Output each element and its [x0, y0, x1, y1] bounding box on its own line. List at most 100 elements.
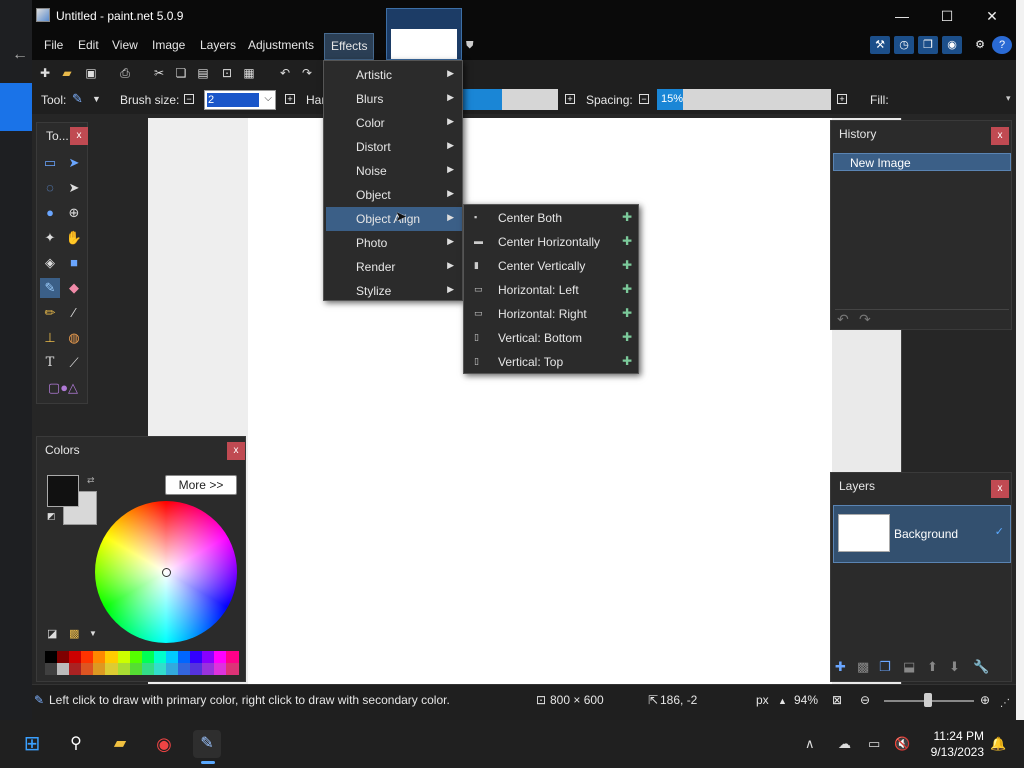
palette-swatch[interactable]: [117, 663, 130, 675]
colors-panel-close-icon[interactable]: x: [227, 442, 245, 460]
more-colors-button[interactable]: More >>: [165, 475, 237, 495]
history-panel-close-icon[interactable]: x: [991, 127, 1009, 145]
menu-file[interactable]: File: [44, 38, 63, 52]
history-item[interactable]: New Image: [833, 153, 1011, 171]
palette-swatch[interactable]: [153, 651, 166, 663]
menu-view[interactable]: View: [112, 38, 138, 52]
ellipse-select-icon[interactable]: ●: [40, 203, 60, 223]
layers-panel-close-icon[interactable]: x: [991, 480, 1009, 498]
palette-swatch[interactable]: [69, 651, 82, 663]
move-selected-icon[interactable]: ➤: [64, 153, 84, 173]
align-item-vertical-top[interactable]: ▯ Vertical: Top ✚: [466, 350, 638, 374]
zoom-slider-thumb[interactable]: [924, 693, 932, 707]
brush-size-increase-button[interactable]: +: [285, 94, 295, 104]
palette-swatch[interactable]: [129, 663, 142, 675]
swap-colors-icon[interactable]: ⇄: [87, 475, 95, 486]
tray-display-icon[interactable]: ▭: [868, 736, 880, 752]
palette-swatch[interactable]: [69, 663, 82, 675]
color-wheel[interactable]: [95, 501, 237, 643]
color-palette[interactable]: [45, 651, 239, 675]
palette-swatch[interactable]: [141, 663, 154, 675]
menu-adjustments[interactable]: Adjustments: [248, 38, 314, 52]
colors-toggle-icon[interactable]: ◉: [942, 36, 962, 54]
history-toggle-icon[interactable]: ◷: [894, 36, 914, 54]
chrome-icon[interactable]: ◉: [150, 730, 178, 758]
tool-dropdown-icon[interactable]: ▼: [92, 94, 101, 104]
back-arrow-icon[interactable]: ←: [12, 46, 28, 64]
move-selection-icon[interactable]: ➤: [64, 178, 84, 198]
zoom-in-icon[interactable]: ⊕: [980, 693, 990, 707]
zoom-to-window-icon[interactable]: ⊠: [832, 693, 842, 707]
palette-swatch[interactable]: [178, 663, 191, 675]
history-undo-icon[interactable]: ↶: [837, 311, 849, 328]
line-curve-icon[interactable]: ⟋: [64, 353, 84, 373]
palette-swatch[interactable]: [214, 663, 227, 675]
palette-swatch[interactable]: [141, 651, 154, 663]
crop-icon[interactable]: ⊡: [218, 64, 236, 82]
pan-hand-icon[interactable]: ✋: [64, 228, 84, 248]
merge-layer-icon[interactable]: ⬓: [903, 659, 915, 675]
delete-layer-icon[interactable]: ▩: [857, 659, 869, 675]
effects-menu-item-stylize[interactable]: Stylize ▶: [326, 279, 462, 303]
menu-edit[interactable]: Edit: [78, 38, 99, 52]
menu-layers[interactable]: Layers: [200, 38, 236, 52]
settings-gear-icon[interactable]: ⚙: [970, 36, 990, 54]
tray-overflow-icon[interactable]: ∧: [805, 736, 815, 752]
paint-bucket-icon[interactable]: ◈: [40, 253, 60, 273]
tray-volume-muted-icon[interactable]: 🔇: [894, 736, 910, 752]
align-item-center-horizontally[interactable]: ▬ Center Horizontally ✚: [466, 230, 638, 254]
resize-grip-icon[interactable]: ⋰: [1000, 698, 1010, 709]
brush-size-input[interactable]: [207, 93, 259, 107]
rectangle-select-icon[interactable]: ▭: [40, 153, 60, 173]
cut-icon[interactable]: ✂: [150, 64, 168, 82]
history-redo-icon[interactable]: ↷: [859, 311, 871, 328]
print-icon[interactable]: ⎙: [116, 64, 134, 82]
palette-swatch[interactable]: [117, 651, 130, 663]
save-icon[interactable]: ▣: [82, 64, 100, 82]
move-layer-down-icon[interactable]: ⬇: [949, 659, 960, 675]
palette-swatch[interactable]: [105, 663, 118, 675]
spacing-slider[interactable]: 15%: [657, 89, 831, 110]
palette-swatch[interactable]: [190, 663, 203, 675]
lasso-select-icon[interactable]: ◌: [40, 178, 60, 198]
notification-bell-icon[interactable]: 🔔: [990, 736, 1006, 752]
menu-image[interactable]: Image: [152, 38, 185, 52]
spacing-decrease-button[interactable]: −: [639, 94, 649, 104]
palette-swatch[interactable]: [165, 663, 179, 675]
brush-size-decrease-button[interactable]: −: [184, 94, 194, 104]
add-palette-color-icon[interactable]: ◪: [47, 627, 57, 640]
color-wheel-picker[interactable]: [162, 568, 171, 577]
eraser-icon[interactable]: ◆: [64, 278, 84, 298]
tray-network-icon[interactable]: ☁: [838, 736, 851, 752]
color-picker-icon[interactable]: ⁄: [64, 303, 84, 323]
copy-icon[interactable]: ❏: [172, 64, 190, 82]
magic-wand-icon[interactable]: ✦: [40, 228, 60, 248]
palette-swatch[interactable]: [226, 651, 239, 663]
file-explorer-icon[interactable]: ▰: [106, 730, 134, 758]
deselect-icon[interactable]: ▦: [240, 64, 258, 82]
palette-menu-icon[interactable]: ▩: [69, 627, 79, 640]
layers-toggle-icon[interactable]: ❐: [918, 36, 938, 54]
add-layer-icon[interactable]: ✚: [835, 659, 846, 675]
clock-date[interactable]: 9/13/2023: [920, 745, 984, 759]
search-icon[interactable]: ⚲: [62, 730, 90, 758]
palette-swatch[interactable]: [105, 651, 118, 663]
align-item-horizontal-left[interactable]: ▭ Horizontal: Left ✚: [466, 278, 638, 302]
paste-icon[interactable]: ▤: [194, 64, 212, 82]
toolbar-overflow-icon[interactable]: ▾: [1006, 93, 1011, 104]
palette-swatch[interactable]: [45, 651, 58, 663]
palette-swatch[interactable]: [226, 663, 239, 675]
palette-swatch[interactable]: [81, 651, 94, 663]
pencil-icon[interactable]: ✏: [40, 303, 60, 323]
units-selector[interactable]: px: [756, 693, 769, 707]
zoom-level[interactable]: 94%: [794, 693, 818, 707]
hardness-increase-button[interactable]: +: [565, 94, 575, 104]
new-file-icon[interactable]: ✚: [36, 64, 54, 82]
palette-swatch[interactable]: [93, 663, 106, 675]
zoom-out-icon[interactable]: ⊖: [860, 693, 870, 707]
redo-icon[interactable]: ↷: [298, 64, 316, 82]
layer-properties-icon[interactable]: 🔧: [973, 659, 989, 675]
maximize-button[interactable]: ☐: [937, 6, 957, 26]
align-item-center-vertically[interactable]: ▮ Center Vertically ✚: [466, 254, 638, 278]
minimize-button[interactable]: —: [892, 6, 912, 26]
